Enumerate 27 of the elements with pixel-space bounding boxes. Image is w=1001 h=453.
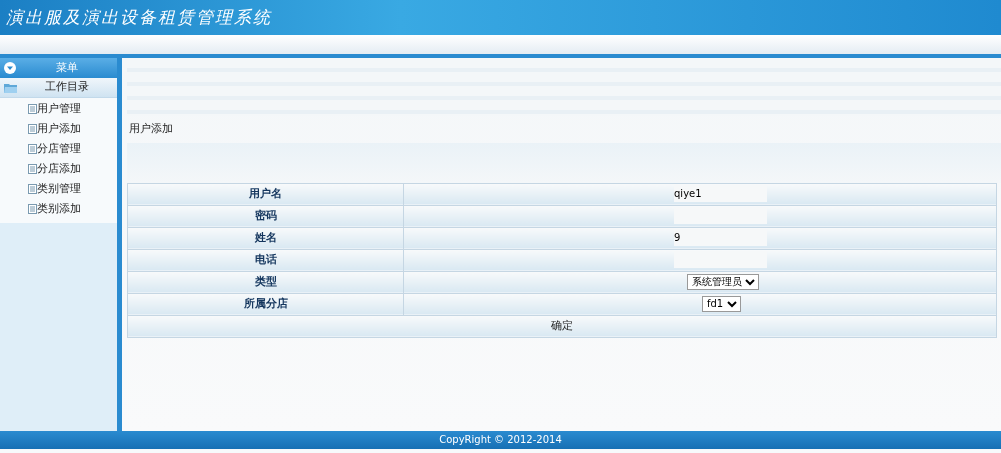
app-title: 演出服及演出设备租赁管理系统 <box>6 5 272 29</box>
sidebar-item[interactable]: 类别添加 <box>37 200 81 218</box>
sidebar-item[interactable]: 用户管理 <box>37 100 81 118</box>
document-icon <box>28 144 37 154</box>
document-icon <box>28 124 37 134</box>
field-label: 电话 <box>254 252 277 266</box>
folder-icon <box>4 82 17 93</box>
document-icon <box>28 164 37 174</box>
sidebar-item[interactable]: 用户添加 <box>37 120 81 138</box>
confirm-button[interactable]: 确定 <box>545 316 579 336</box>
document-icon <box>28 204 37 214</box>
sidebar-item[interactable]: 类别管理 <box>37 180 81 198</box>
dropdown[interactable]: 系统管理员 <box>687 273 759 290</box>
field-label: 密码 <box>254 208 277 222</box>
collapse-icon[interactable] <box>4 62 16 74</box>
page-title: 用户添加 <box>128 121 174 137</box>
field-label: 姓名 <box>254 230 277 244</box>
document-icon <box>28 104 37 114</box>
menu-title: 菜单 <box>54 59 79 76</box>
document-icon <box>28 184 37 194</box>
dropdown[interactable]: fd1 <box>702 295 741 312</box>
field-label: 类型 <box>254 274 277 288</box>
field-label: 所属分店 <box>243 296 288 310</box>
field-label: 用户名 <box>249 186 282 200</box>
sidebar-item[interactable]: 分店管理 <box>37 140 81 158</box>
sidebar-item[interactable]: 分店添加 <box>37 160 81 178</box>
copyright-text: CopyRight © 2012-2014 <box>0 431 1001 449</box>
